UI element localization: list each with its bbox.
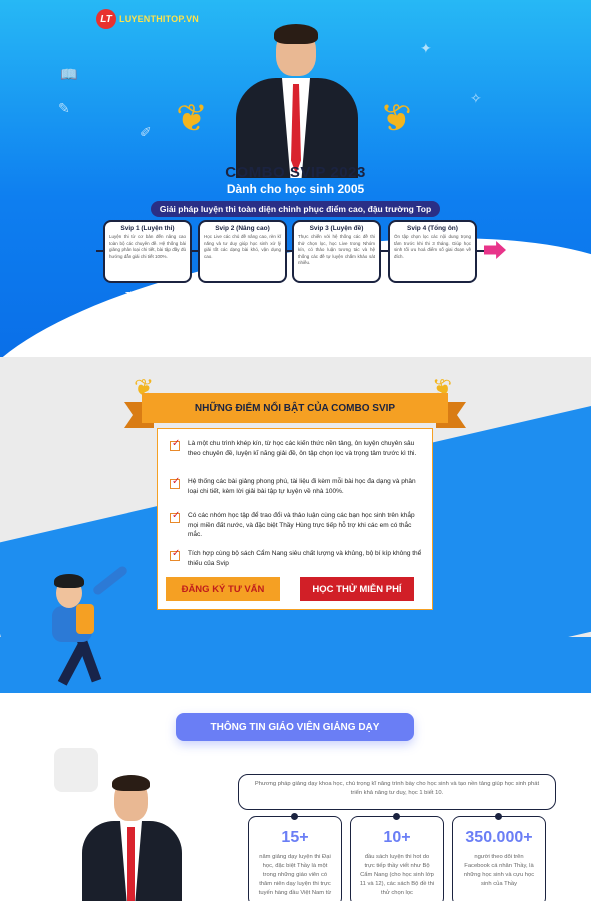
stage-title: Svip 3 (Luyện đề) <box>309 225 364 232</box>
stage-title: Svip 4 (Tổng ôn) <box>407 225 458 232</box>
stage-desc: Luyện thi từ cơ bản đến nâng cao toàn bộ… <box>109 234 186 259</box>
highlight-item: Có các nhóm học tập để trao đổi và thảo … <box>170 510 424 540</box>
timeline-dot-icon <box>291 813 298 820</box>
logo-mark: LT <box>96 9 116 29</box>
book-icon: 📖 <box>60 66 78 82</box>
ruler-icon: ✐ <box>140 124 152 140</box>
logo-text: LUYENTHITOP.VN <box>119 14 199 24</box>
stage-date: Tháng 5/2022 <box>125 292 170 299</box>
highlights-ribbon: NHỮNG ĐIỂM NỔI BẬT CỦA COMBO SVIP <box>124 390 466 432</box>
sparkle-icon: ✧ <box>470 90 482 106</box>
highlight-item: Tích hợp cùng bộ sách Cẩm Nang siêu chất… <box>170 548 424 568</box>
register-consult-button[interactable]: ĐĂNG KÝ TƯ VẤN <box>166 577 280 601</box>
hero-section: LT LUYENTHITOP.VN 📖 ✎ ✐ ✦ ✧ ❦ ❦ COMBO SV… <box>0 0 591 357</box>
stage-title: Svip 1 (Luyện thi) <box>120 225 175 232</box>
combo-title: COMBO SVIP 2023 <box>225 164 366 181</box>
stat-number: 10+ <box>383 829 411 846</box>
timeline-dot-icon <box>495 813 502 820</box>
highlight-item: Hệ thống các bài giảng phong phú, tài li… <box>170 476 424 496</box>
timeline-dot-icon <box>393 813 400 820</box>
teacher-photo <box>82 775 182 901</box>
highlights-heading: NHỮNG ĐIỂM NỔI BẬT CỦA COMBO SVIP <box>142 393 448 423</box>
combo-tagline: Giải pháp luyện thi toàn diện chinh phục… <box>150 201 441 217</box>
checkbox-icon <box>170 438 180 451</box>
teacher-description: Phương pháp giảng dạy khoa học, chú trọn… <box>238 774 556 810</box>
star-icon: ✦ <box>420 40 432 56</box>
stat-number: 350.000+ <box>465 829 533 846</box>
laurel-left-icon: ❦ <box>176 98 208 140</box>
stat-text: năm giảng dạy luyện thi Đại học, đặc biệ… <box>258 854 332 896</box>
stat-text: người theo dõi trên Facebook cá nhân Thầ… <box>463 854 535 887</box>
stage-desc: Học Live các chủ đề nâng cao, rèn kĩ năn… <box>204 234 281 259</box>
stage-date: Tháng 3/2023 <box>410 292 455 299</box>
stat-card: 15+ năm giảng dạy luyện thi Đại học, đặc… <box>248 813 342 901</box>
stage-card-svip3[interactable]: Svip 3 (Luyện đề) Thực chiến với hệ thốn… <box>292 220 381 283</box>
teacher-photo <box>232 20 362 178</box>
stage-desc: Thực chiến với hệ thống các đề thi thử c… <box>298 234 375 265</box>
pencil-icon: ✎ <box>58 100 70 116</box>
student-illustration <box>30 564 130 690</box>
stat-card: 350.000+ người theo dõi trên Facebook cá… <box>452 813 546 901</box>
highlight-item: Là một chu trình khép kín, từ học các ki… <box>170 438 424 458</box>
stage-desc: Ôn tập chọn lọc các nội dung trọng tâm t… <box>394 234 471 259</box>
stat-text: đầu sách luyện thi hot do trực tiếp thầy… <box>359 854 435 896</box>
teacher-info-heading: THÔNG TIN GIÁO VIÊN GIẢNG DẠY <box>176 713 414 741</box>
checkbox-icon <box>170 548 180 561</box>
checkbox-icon <box>170 510 180 523</box>
stage-date: Tháng 12/2022 <box>312 292 361 299</box>
stat-number: 15+ <box>281 829 309 846</box>
stage-card-svip1[interactable]: Svip 1 (Luyện thi) Luyện thi từ cơ bản đ… <box>103 220 192 283</box>
free-trial-button[interactable]: HỌC THỬ MIỄN PHÍ <box>300 577 414 601</box>
stage-card-svip2[interactable]: Svip 2 (Nâng cao) Học Live các chủ đề nâ… <box>198 220 287 283</box>
combo-subtitle: Dành cho học sinh 2005 <box>226 182 365 196</box>
laurel-right-icon: ❦ <box>380 98 412 140</box>
stage-date: Tháng 7/2022 <box>220 292 265 299</box>
checkbox-icon <box>170 476 180 489</box>
stage-card-svip4[interactable]: Svip 4 (Tổng ôn) Ôn tập chọn lọc các nội… <box>388 220 477 283</box>
brand-logo[interactable]: LT LUYENTHITOP.VN <box>96 9 199 29</box>
stat-card: 10+ đầu sách luyện thi hot do trực tiếp … <box>350 813 444 901</box>
stage-title: Svip 2 (Nâng cao) <box>215 225 270 232</box>
